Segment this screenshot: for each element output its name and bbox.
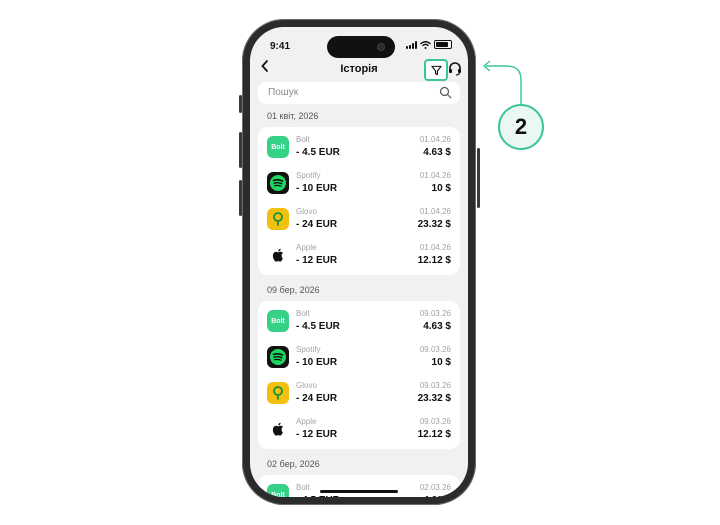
step-number-badge: 2 bbox=[498, 104, 544, 150]
callout-arrow bbox=[482, 60, 522, 104]
